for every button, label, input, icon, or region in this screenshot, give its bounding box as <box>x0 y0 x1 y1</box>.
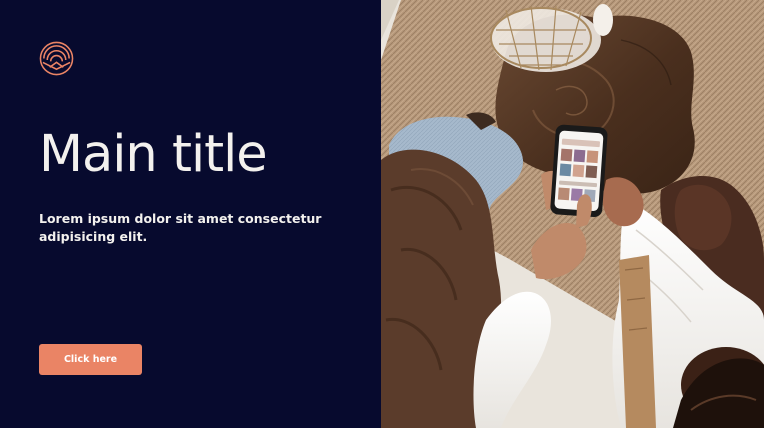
hero-page: Main title Lorem ipsum dolor sit amet co… <box>0 0 764 428</box>
page-title: Main title <box>39 125 268 184</box>
page-subtitle: Lorem ipsum dolor sit amet consectetur a… <box>39 211 322 244</box>
click-here-button[interactable]: Click here <box>39 344 142 375</box>
hero-text-panel: Main title Lorem ipsum dolor sit amet co… <box>0 0 381 428</box>
hero-photo-panel <box>381 0 764 428</box>
hero-photo <box>381 0 764 428</box>
brand-logo-icon <box>39 41 74 76</box>
